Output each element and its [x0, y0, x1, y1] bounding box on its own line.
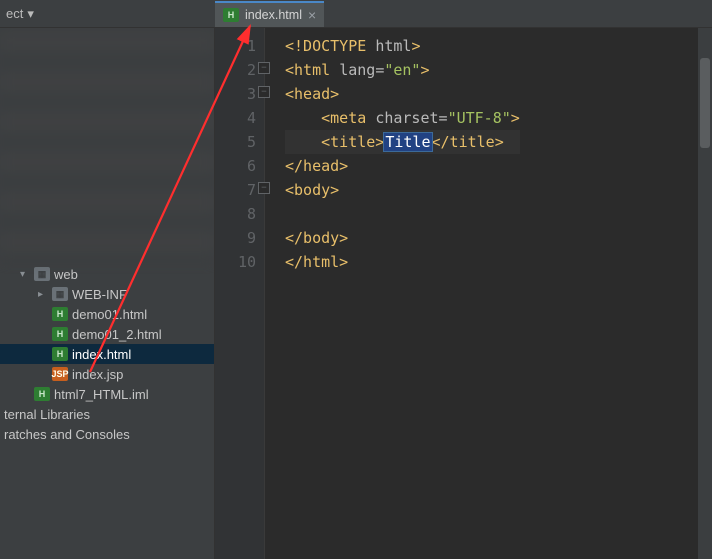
code-editor[interactable]: 1 2− 3− 4 5 6 7− 8 9 10 <!DOCTYPE html> … — [215, 28, 712, 559]
tree-file-demo01-2[interactable]: H demo01_2.html — [0, 324, 214, 344]
code-line: <html lang="en"> — [285, 58, 520, 82]
line-number: 10 — [215, 250, 256, 274]
chevron-down-icon: ▾ — [27, 6, 34, 22]
folder-icon: ▦ — [34, 267, 50, 281]
tree-file-demo01[interactable]: H demo01.html — [0, 304, 214, 324]
close-icon[interactable]: × — [308, 7, 316, 23]
vertical-scrollbar[interactable] — [698, 28, 712, 559]
tree-label: demo01_2.html — [72, 327, 162, 342]
selected-text: Title — [384, 133, 431, 151]
tab-label: index.html — [245, 8, 302, 22]
html-file-icon: H — [223, 8, 239, 22]
chevron-down-icon: ▾ — [20, 269, 30, 280]
code-line: <!DOCTYPE html> — [285, 34, 520, 58]
tree-folder-webinf[interactable]: ▸ ▦ WEB-INF — [0, 284, 214, 304]
chevron-right-icon: ▸ — [38, 289, 48, 300]
tree-label: index.html — [72, 347, 131, 362]
line-number: 8 — [215, 202, 256, 226]
line-number: 3− — [215, 82, 256, 106]
tree-label: web — [54, 267, 78, 282]
fold-icon[interactable]: − — [258, 182, 270, 194]
line-number: 7− — [215, 178, 256, 202]
tree-label: demo01.html — [72, 307, 147, 322]
code-line: <head> — [285, 82, 520, 106]
html-file-icon: H — [52, 327, 68, 341]
line-number: 6 — [215, 154, 256, 178]
code-line: </head> — [285, 154, 520, 178]
tab-index-html[interactable]: H index.html × — [215, 1, 324, 27]
line-number: 2− — [215, 58, 256, 82]
line-number: 9 — [215, 226, 256, 250]
project-label: ect — [6, 6, 23, 21]
tree-file-index-html[interactable]: H index.html — [0, 344, 214, 364]
tree-label: html7_HTML.iml — [54, 387, 149, 402]
line-number: 1 — [215, 34, 256, 58]
tree-label: ratches and Consoles — [4, 427, 130, 442]
code-line — [285, 202, 520, 226]
folder-icon: ▦ — [52, 287, 68, 301]
code-line: </body> — [285, 226, 520, 250]
fold-icon[interactable]: − — [258, 62, 270, 74]
code-line: <title>Title</title> — [285, 130, 520, 154]
jsp-file-icon: JSP — [52, 367, 68, 381]
project-tree[interactable]: ▾ ▦ web ▸ ▦ WEB-INF H demo01.html H demo… — [0, 262, 214, 444]
tree-folder-web[interactable]: ▾ ▦ web — [0, 264, 214, 284]
code-line: </html> — [285, 250, 520, 274]
tree-external-libraries[interactable]: ternal Libraries — [0, 404, 214, 424]
code-area[interactable]: <!DOCTYPE html> <html lang="en"> <head> … — [265, 28, 520, 559]
tree-label: index.jsp — [72, 367, 123, 382]
html-file-icon: H — [52, 307, 68, 321]
code-line: <body> — [285, 178, 520, 202]
blurred-region — [0, 32, 214, 262]
project-selector[interactable]: ect ▾ — [6, 6, 34, 22]
html-file-icon: H — [52, 347, 68, 361]
line-number: 5 — [215, 130, 256, 154]
tree-label: ternal Libraries — [4, 407, 90, 422]
line-gutter: 1 2− 3− 4 5 6 7− 8 9 10 — [215, 28, 265, 559]
line-number: 4 — [215, 106, 256, 130]
scrollbar-thumb[interactable] — [700, 58, 710, 148]
project-sidebar: ▾ ▦ web ▸ ▦ WEB-INF H demo01.html H demo… — [0, 28, 215, 559]
editor-tabbar: H index.html × — [215, 0, 712, 28]
tree-label: WEB-INF — [72, 287, 127, 302]
iml-file-icon: H — [34, 387, 50, 401]
fold-icon[interactable]: − — [258, 86, 270, 98]
tree-scratches[interactable]: ratches and Consoles — [0, 424, 214, 444]
tree-file-iml[interactable]: H html7_HTML.iml — [0, 384, 214, 404]
code-line: <meta charset="UTF-8"> — [285, 106, 520, 130]
tree-file-index-jsp[interactable]: JSP index.jsp — [0, 364, 214, 384]
